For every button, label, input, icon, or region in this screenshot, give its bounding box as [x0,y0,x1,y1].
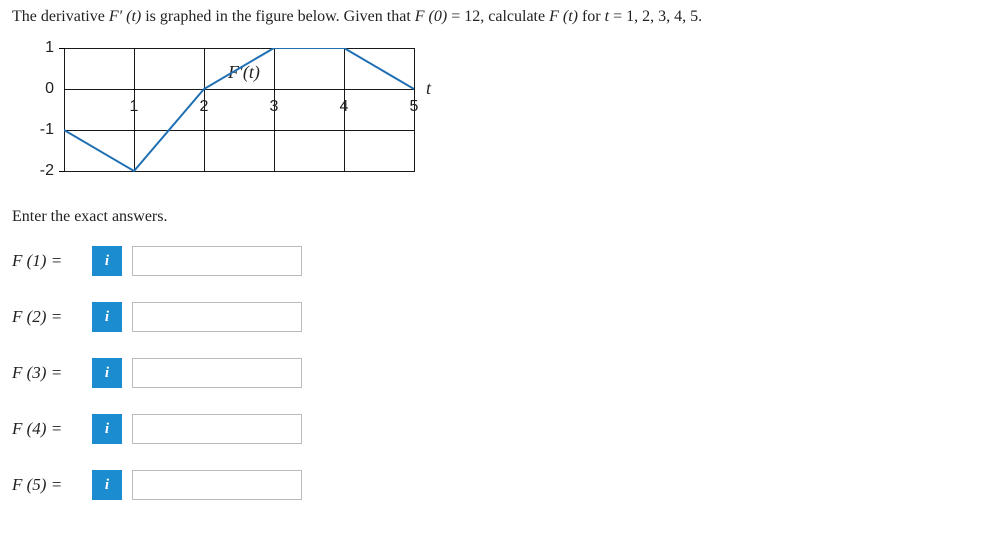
answer-row-f4: F (4) = i [12,412,986,446]
math-ft: F (t) [549,8,578,25]
answer-label: F (3) = [12,363,82,383]
answer-input-f1[interactable] [132,246,302,276]
answer-label: F (1) = [12,251,82,271]
answer-input-f3[interactable] [132,358,302,388]
answer-input-f4[interactable] [132,414,302,444]
y-tick-label: 0 [45,80,54,98]
info-icon[interactable]: i [92,470,122,500]
y-tick-label: -1 [40,121,54,139]
answer-input-f5[interactable] [132,470,302,500]
x-axis-var-label: t [426,78,431,99]
answer-row-f3: F (3) = i [12,356,986,390]
answer-label: F (5) = [12,475,82,495]
answer-row-f5: F (5) = i [12,468,986,502]
plot-area: 1 2 3 4 5 F′(t) t [64,48,414,172]
y-tick-label: 1 [45,39,54,57]
info-icon[interactable]: i [92,358,122,388]
answer-rows: F (1) = i F (2) = i F (3) = i F (4) = i … [12,244,986,502]
info-icon[interactable]: i [92,414,122,444]
answer-input-f2[interactable] [132,302,302,332]
math-fprime: F′ (t) [109,8,141,25]
answer-label: F (2) = [12,307,82,327]
math-f0: F (0) [415,8,447,25]
chart-line [64,48,414,172]
y-axis-labels: 1 0 -1 -2 [30,40,60,180]
question-text: The derivative F′ (t) is graphed in the … [12,8,986,26]
chart-container: 1 0 -1 -2 1 2 3 4 5 F′(t) t [30,40,460,180]
answer-label: F (4) = [12,419,82,439]
instructions-text: Enter the exact answers. [12,208,986,226]
info-icon[interactable]: i [92,302,122,332]
answer-row-f2: F (2) = i [12,300,986,334]
answer-row-f1: F (1) = i [12,244,986,278]
info-icon[interactable]: i [92,246,122,276]
y-tick-label: -2 [40,162,54,180]
